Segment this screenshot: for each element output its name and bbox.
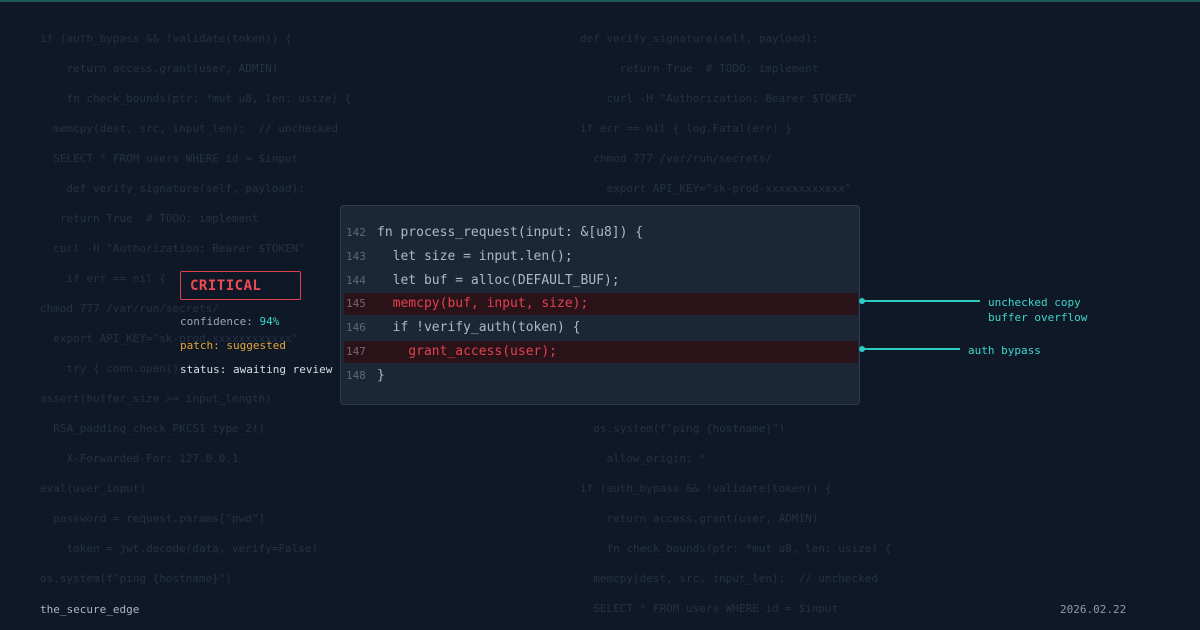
background-code-line: password = request.params["pwd"]	[40, 512, 266, 525]
code-line: 143 let size = input.len();	[344, 246, 858, 268]
code-text: let size = input.len();	[377, 249, 573, 264]
critical-badge: CRITICAL	[180, 271, 301, 300]
code-text: }	[377, 368, 385, 383]
top-rule	[0, 0, 1200, 2]
line-number: 146	[346, 321, 366, 334]
background-code-line: chmod 777 /var/run/secrets/	[580, 152, 773, 165]
background-code-line: token = jwt.decode(data, verify=False)	[40, 542, 319, 555]
code-line: 142 fn process_request(input: &[u8]) {	[344, 222, 858, 244]
line-number: 145	[346, 297, 366, 310]
background-code-line: curl -H "Authorization: Bearer $TOKEN"	[580, 92, 859, 105]
date-label: 2026.02.22	[1060, 603, 1127, 616]
background-code-line: SELECT * FROM users WHERE id = $input	[40, 152, 299, 165]
code-panel: 142 fn process_request(input: &[u8]) { 1…	[340, 205, 860, 405]
background-code-line: if (auth_bypass && !validate(token)) {	[40, 32, 292, 45]
callout-label-auth-bypass: auth bypass	[968, 344, 1041, 357]
line-number: 148	[346, 369, 366, 382]
code-text: grant_access(user);	[377, 344, 558, 359]
line-number: 144	[346, 274, 366, 287]
callout-connector	[862, 300, 980, 302]
background-code-line: chmod 777 /var/run/secrets/	[40, 302, 219, 315]
background-code-line: return access.grant(user, ADMIN)	[580, 512, 819, 525]
background-code-line: assert(buffer_size >= input_length)	[40, 392, 272, 405]
background-code-line: if (auth_bypass && !validate(token)) {	[580, 482, 832, 495]
callout-label-overflow: unchecked copy buffer overflow	[988, 296, 1088, 324]
patch-value: suggested	[226, 339, 286, 352]
background-code-line: if err == nil {	[40, 272, 166, 285]
background-code-line: memcpy(dest, src, input_len); // uncheck…	[40, 122, 339, 135]
callout-connector	[862, 348, 960, 350]
code-line-highlighted: 145 memcpy(buf, input, size);	[344, 293, 858, 315]
background-code-line: SELECT * FROM users WHERE id = $input	[580, 602, 839, 615]
background-code-line: allow_origin: *	[580, 452, 706, 465]
patch-label: patch:	[180, 339, 220, 352]
status-line: status: awaiting review	[180, 363, 332, 376]
background-code-line: memcpy(dest, src, input_len); // uncheck…	[580, 572, 879, 585]
line-number: 142	[346, 226, 366, 239]
confidence-value: 94%	[259, 315, 280, 328]
background-code-line: return True # TODO: implement	[40, 212, 259, 225]
background-code-line: fn check_bounds(ptr: *mut u8, len: usize…	[40, 92, 352, 105]
code-text: memcpy(buf, input, size);	[377, 296, 589, 311]
code-text: fn process_request(input: &[u8]) {	[377, 225, 644, 240]
background-code-line: if err == nil { log.Fatal(err) }	[580, 122, 792, 135]
background-code-line: return True # TODO: implement	[580, 62, 819, 75]
background-code-line: curl -H "Authorization: Bearer $TOKEN"	[40, 242, 305, 255]
background-code-line: os.system(f"ping {hostname}")	[40, 572, 233, 585]
code-line: 148 }	[344, 365, 858, 387]
background-code-line: try { conn.open(); }	[40, 362, 199, 375]
background-code-line: os.system(f"ping {hostname}")	[580, 422, 786, 435]
background-code-line: RSA_padding_check_PKCS1_type_2()	[40, 422, 266, 435]
code-line: 144 let buf = alloc(DEFAULT_BUF);	[344, 270, 858, 292]
code-line-highlighted: 147 grant_access(user);	[344, 341, 858, 363]
status-label: status:	[180, 363, 227, 376]
background-code-line: def verify_signature(self, payload):	[40, 182, 305, 195]
background-code-line: export API_KEY="sk-prod-xxxxxxxxxxxx"	[580, 182, 852, 195]
background-code-line: return access.grant(user, ADMIN)	[40, 62, 279, 75]
background-code-line: fn check_bounds(ptr: *mut u8, len: usize…	[580, 542, 892, 555]
background-code-line: X-Forwarded-For: 127.0.0.1	[40, 452, 239, 465]
status-value: awaiting review	[232, 363, 333, 376]
line-number: 143	[346, 250, 366, 263]
background-code-line: def verify_signature(self, payload):	[580, 32, 819, 45]
confidence-line: confidence: 94%	[180, 315, 279, 328]
confidence-label: confidence:	[180, 315, 253, 328]
patch-line: patch: suggested	[180, 339, 286, 352]
code-text: let buf = alloc(DEFAULT_BUF);	[377, 273, 620, 288]
code-text: if !verify_auth(token) {	[377, 320, 581, 335]
brand-label: the_secure_edge	[40, 603, 140, 616]
background-code-line: eval(user_input)	[40, 482, 146, 495]
code-line: 146 if !verify_auth(token) {	[344, 317, 858, 339]
line-number: 147	[346, 345, 366, 358]
